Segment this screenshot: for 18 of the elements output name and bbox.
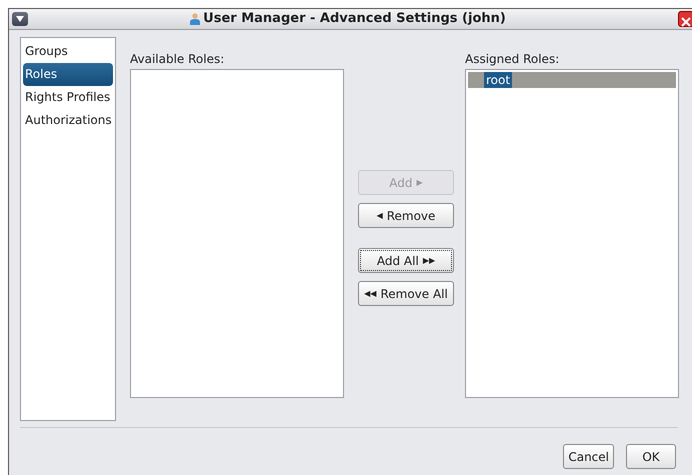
close-button[interactable]: [678, 11, 692, 27]
caret-icon: [16, 16, 24, 22]
dialog-button[interactable]: OK: [626, 444, 676, 469]
sidebar-item[interactable]: Groups: [23, 40, 113, 63]
list-item[interactable]: root: [484, 72, 512, 88]
sidebar-item[interactable]: Rights Profiles: [23, 86, 113, 109]
transfer-button[interactable]: ◀ Remove: [358, 203, 454, 228]
window-menu-button[interactable]: [12, 12, 28, 26]
sidebar-item[interactable]: Authorizations: [23, 109, 113, 132]
window-title: User Manager - Advanced Settings (john): [203, 10, 506, 28]
list-label: Assigned Roles:: [465, 52, 560, 66]
assigned-roles-list[interactable]: root: [465, 69, 679, 398]
user-icon: [190, 13, 200, 25]
sidebar-item[interactable]: Roles: [23, 63, 113, 86]
dialog-button[interactable]: Cancel: [563, 444, 614, 469]
transfer-button[interactable]: Add All ▶▶: [358, 248, 454, 273]
list-label: Available Roles:: [130, 52, 224, 66]
transfer-button[interactable]: ◀◀ Remove All: [358, 281, 454, 306]
